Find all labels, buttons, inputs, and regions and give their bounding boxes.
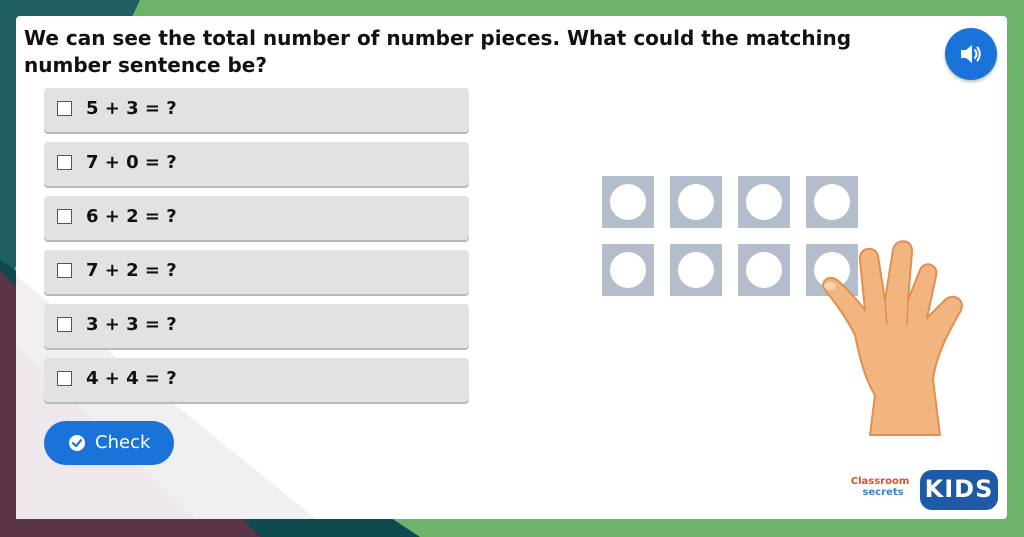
answer-option-6[interactable]: 4 + 4 = ? — [44, 358, 469, 402]
answer-checkbox[interactable] — [57, 371, 72, 386]
answer-option-1[interactable]: 5 + 3 = ? — [44, 88, 469, 132]
answer-option-4[interactable]: 7 + 2 = ? — [44, 250, 469, 294]
check-button[interactable]: Check — [44, 421, 174, 465]
answer-label: 6 + 2 = ? — [86, 206, 177, 227]
number-piece — [738, 176, 790, 228]
piece-hole — [610, 252, 646, 288]
number-piece — [670, 244, 722, 296]
answer-option-5[interactable]: 3 + 3 = ? — [44, 304, 469, 348]
check-button-label: Check — [95, 432, 151, 453]
answer-label: 7 + 2 = ? — [86, 260, 177, 281]
number-piece — [738, 244, 790, 296]
logo-text-secrets: secrets — [862, 487, 904, 498]
speaker-icon — [961, 45, 981, 63]
kids-badge-text: KIDS — [924, 475, 994, 503]
answer-option-2[interactable]: 7 + 0 = ? — [44, 142, 469, 186]
piece-hole — [610, 184, 646, 220]
answer-label: 4 + 4 = ? — [86, 368, 177, 389]
piece-hole — [746, 184, 782, 220]
piece-hole — [814, 184, 850, 220]
answer-checkbox[interactable] — [57, 209, 72, 224]
logo-text-classroom: Classroom — [850, 476, 910, 487]
number-piece — [602, 244, 654, 296]
answer-label: 7 + 0 = ? — [86, 152, 177, 173]
piece-hole — [678, 252, 714, 288]
piece-hole — [746, 252, 782, 288]
answer-label: 3 + 3 = ? — [86, 314, 177, 335]
answer-checkbox[interactable] — [57, 101, 72, 116]
question-text: We can see the total number of number pi… — [24, 26, 852, 77]
piece-hole — [678, 184, 714, 220]
pointing-hand-illustration — [822, 240, 963, 436]
answer-checkbox[interactable] — [57, 317, 72, 332]
answer-checkbox[interactable] — [57, 263, 72, 278]
answer-checkbox[interactable] — [57, 155, 72, 170]
kids-badge: KIDS — [920, 470, 998, 510]
audio-button[interactable] — [945, 28, 997, 80]
answer-option-3[interactable]: 6 + 2 = ? — [44, 196, 469, 240]
check-circle-icon — [69, 435, 85, 451]
number-piece — [602, 176, 654, 228]
answer-label: 5 + 3 = ? — [86, 98, 177, 119]
number-piece — [670, 176, 722, 228]
number-piece — [806, 176, 858, 228]
